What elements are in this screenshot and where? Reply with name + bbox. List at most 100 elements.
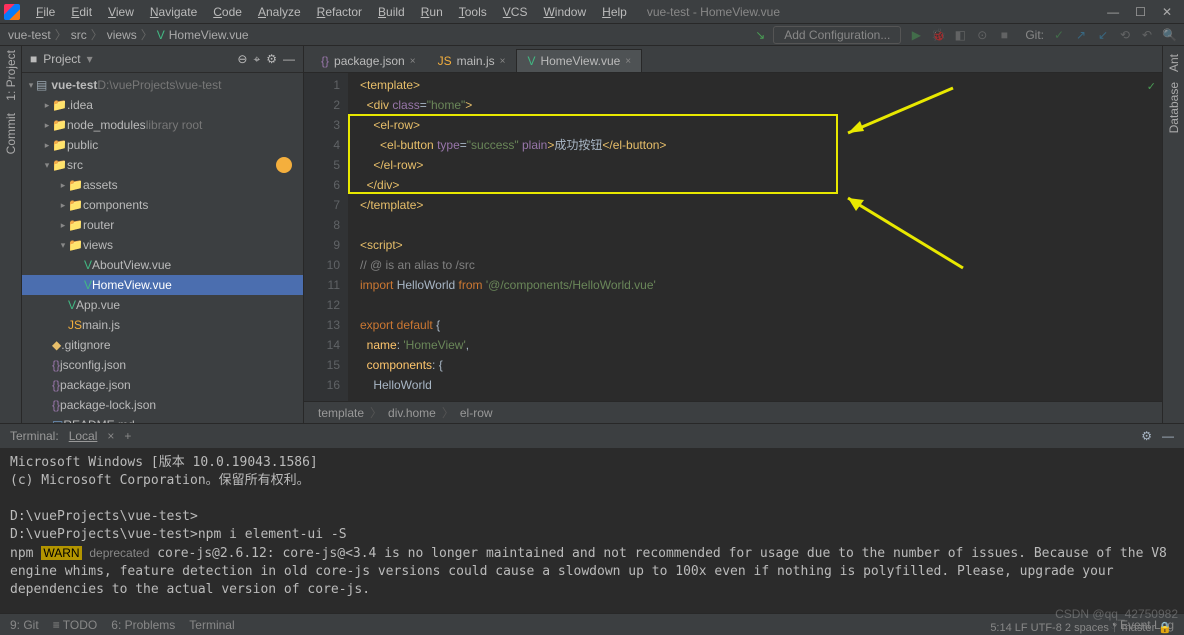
terminal-tool-window: Terminal: Local × + ⚙ — Microsoft Window… [0, 423, 1184, 613]
navbar: vue-test〉src〉views〉VHomeView.vue ↘ Add C… [0, 24, 1184, 46]
editor-tab[interactable]: VHomeView.vue× [516, 49, 642, 72]
gutter: 12345678910111213141516 [304, 73, 348, 401]
ide-logo [4, 4, 20, 20]
tree-node[interactable]: ▸📁 router [22, 215, 303, 235]
code-breadcrumb[interactable]: el-row [460, 406, 493, 420]
git-revert-icon[interactable]: ↶ [1140, 28, 1154, 42]
editor-breadcrumbs[interactable]: template〉div.home〉el-row [304, 401, 1162, 423]
tree-node[interactable]: ▸📁 components [22, 195, 303, 215]
select-opened-icon[interactable]: ⌖ [253, 52, 260, 67]
project-title: Project [43, 52, 80, 66]
breadcrumb-item[interactable]: src [71, 28, 87, 42]
status-tool-button[interactable]: 6: Problems [111, 618, 175, 632]
tree-node[interactable]: {} package.json [22, 375, 303, 395]
menu-vcs[interactable]: VCS [495, 3, 536, 21]
tree-root[interactable]: ▾▤vue-test D:\vueProjects\vue-test [22, 75, 303, 95]
window-title: vue-test - HomeView.vue [647, 5, 1105, 19]
settings-icon[interactable]: ⚙ [266, 52, 277, 66]
terminal-hide-icon[interactable]: — [1162, 429, 1174, 443]
stop-icon[interactable]: ■ [997, 28, 1011, 42]
maximize-icon[interactable]: ☐ [1135, 5, 1146, 19]
titlebar: FileEditViewNavigateCodeAnalyzeRefactorB… [0, 0, 1184, 24]
menu-build[interactable]: Build [370, 3, 413, 21]
run-config-dropdown[interactable]: Add Configuration... [773, 26, 901, 44]
menu-view[interactable]: View [100, 3, 142, 21]
run-icon[interactable]: ▶ [909, 28, 923, 42]
close-tab-icon[interactable]: × [410, 56, 416, 67]
tree-node[interactable]: ▸📁 public [22, 135, 303, 155]
terminal-settings-icon[interactable]: ⚙ [1141, 429, 1152, 443]
left-rail: 1: Project Commit [0, 46, 22, 423]
menu-refactor[interactable]: Refactor [309, 3, 370, 21]
menu-file[interactable]: File [28, 3, 63, 21]
tree-node[interactable]: ◆ .gitignore [22, 335, 303, 355]
code-breadcrumb[interactable]: template [318, 406, 364, 420]
intention-bulb-icon[interactable] [276, 157, 292, 173]
git-label: Git: [1025, 28, 1044, 42]
menu-edit[interactable]: Edit [63, 3, 100, 21]
tree-node[interactable]: ▸📁 node_modules library root [22, 115, 303, 135]
collapse-icon[interactable]: ⊖ [237, 52, 247, 66]
project-tool-window: ■ Project ▾ ⊖ ⌖ ⚙ — ▾▤vue-test D:\vuePro… [22, 46, 304, 423]
inspection-ok-icon[interactable]: ✓ [1147, 77, 1156, 97]
terminal-add-tab-icon[interactable]: + [124, 429, 131, 443]
terminal-session-tab[interactable]: Local [69, 429, 98, 443]
rail-database[interactable]: Database [1167, 82, 1181, 133]
git-history-icon[interactable]: ⟲ [1118, 28, 1132, 42]
hide-icon[interactable]: — [283, 52, 295, 66]
terminal-label: Terminal: [10, 429, 59, 443]
breadcrumb-item[interactable]: views [107, 28, 137, 42]
tree-node[interactable]: ▸📁 assets [22, 175, 303, 195]
editor: {}package.json×JSmain.js×VHomeView.vue× … [304, 46, 1162, 423]
status-tool-button[interactable]: Terminal [189, 618, 234, 632]
tree-node[interactable]: {} package-lock.json [22, 395, 303, 415]
close-tab-icon[interactable]: × [625, 56, 631, 67]
coverage-icon[interactable]: ◧ [953, 28, 967, 42]
window-buttons: — ☐ ✕ [1107, 5, 1172, 19]
profile-icon[interactable]: ⊙ [975, 28, 989, 42]
search-icon[interactable]: 🔍 [1162, 28, 1176, 42]
menu-window[interactable]: Window [535, 3, 594, 21]
tree-node[interactable]: V AboutView.vue [22, 255, 303, 275]
debug-icon[interactable]: 🐞 [931, 28, 945, 42]
git-commit-icon[interactable]: ✓ [1052, 28, 1066, 42]
editor-tab[interactable]: {}package.json× [310, 49, 427, 72]
breadcrumb-item[interactable]: vue-test [8, 28, 51, 42]
minimize-icon[interactable]: — [1107, 5, 1119, 19]
git-push-icon[interactable]: ↗ [1074, 28, 1088, 42]
menu-tools[interactable]: Tools [451, 3, 495, 21]
project-tree[interactable]: ▾▤vue-test D:\vueProjects\vue-test▸📁 .id… [22, 73, 303, 423]
code-area[interactable]: ✓ <template> <div class="home"> <el-row>… [348, 73, 1162, 401]
tree-node[interactable]: {} jsconfig.json [22, 355, 303, 375]
menu-run[interactable]: Run [413, 3, 451, 21]
tree-node[interactable]: V HomeView.vue [22, 275, 303, 295]
code-breadcrumb[interactable]: div.home [388, 406, 436, 420]
menu-help[interactable]: Help [594, 3, 635, 21]
build-icon[interactable]: ↘ [755, 28, 765, 42]
tree-node[interactable]: V App.vue [22, 295, 303, 315]
close-tab-icon[interactable]: × [500, 56, 506, 67]
tree-node[interactable]: ▤ README.md [22, 415, 303, 423]
terminal-close-tab-icon[interactable]: × [107, 429, 114, 443]
watermark: CSDN @qq_42750982 [1055, 607, 1178, 621]
rail-ant[interactable]: Ant [1167, 54, 1181, 72]
tree-node[interactable]: ▾📁 src [22, 155, 303, 175]
terminal-output[interactable]: Microsoft Windows [版本 10.0.19043.1586] (… [0, 448, 1184, 613]
menu-navigate[interactable]: Navigate [142, 3, 205, 21]
breadcrumb-item[interactable]: VHomeView.vue [157, 28, 249, 42]
tree-node[interactable]: JS main.js [22, 315, 303, 335]
menu-analyze[interactable]: Analyze [250, 3, 309, 21]
rail-commit[interactable]: Commit [4, 113, 18, 154]
rail-project[interactable]: 1: Project [4, 50, 18, 101]
status-right[interactable]: 5:14 LF UTF-8 2 spaces ᚠ master 🔒 [990, 621, 1172, 634]
editor-tabs: {}package.json×JSmain.js×VHomeView.vue× [304, 46, 1162, 73]
git-pull-icon[interactable]: ↙ [1096, 28, 1110, 42]
status-tool-button[interactable]: 9: Git [10, 618, 39, 632]
tree-node[interactable]: ▸📁 .idea [22, 95, 303, 115]
close-icon[interactable]: ✕ [1162, 5, 1172, 19]
status-tool-button[interactable]: ≡ TODO [53, 618, 98, 632]
editor-tab[interactable]: JSmain.js× [427, 49, 517, 72]
right-rail: Ant Database [1162, 46, 1184, 423]
tree-node[interactable]: ▾📁 views [22, 235, 303, 255]
menu-code[interactable]: Code [205, 3, 250, 21]
